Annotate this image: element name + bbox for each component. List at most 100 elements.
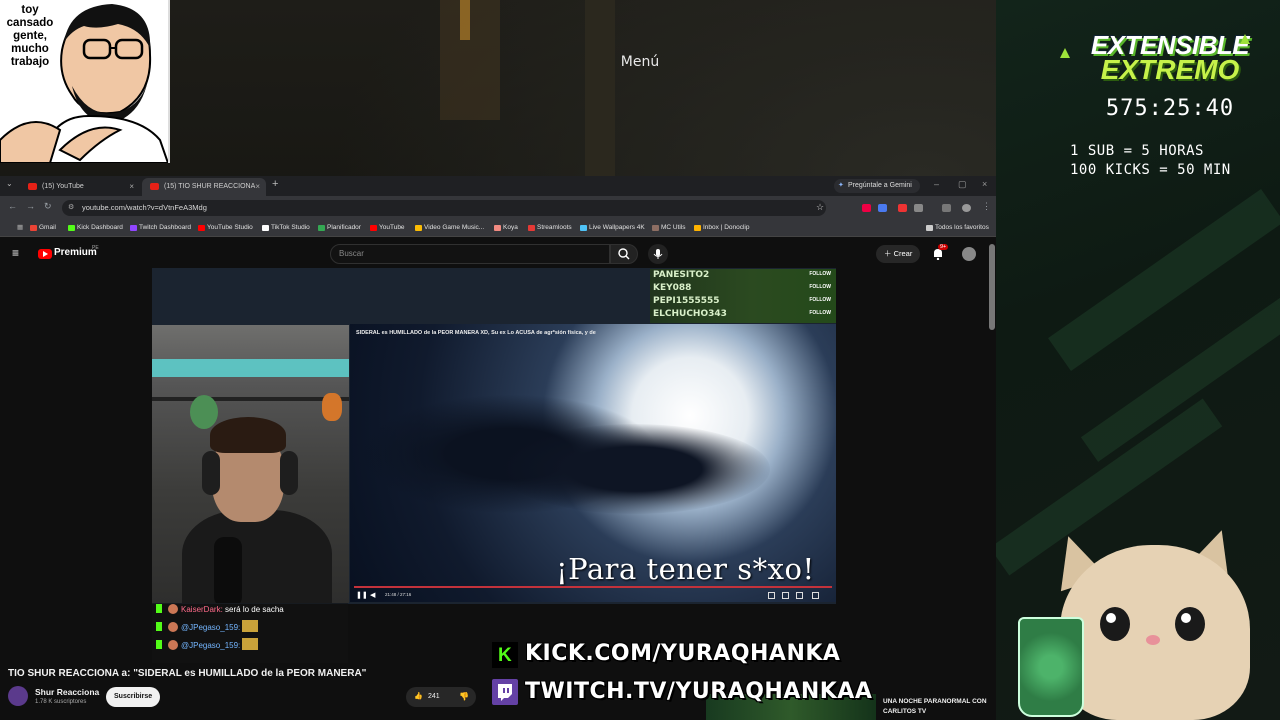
tab-list-chevron-icon[interactable]: ⌄: [6, 179, 13, 188]
video-overlay-title: SIDERAL es HUMILLADO de la PEOR MANERA X…: [356, 330, 596, 336]
headphones: [280, 451, 298, 495]
bookmark-gmail[interactable]: Gmail: [30, 220, 56, 236]
pause-icon[interactable]: ❚❚: [356, 591, 368, 599]
reload-icon[interactable]: ↻: [44, 201, 52, 212]
extension-icon[interactable]: [898, 204, 907, 212]
rule-subs: 1 SUB = 5 HORAS: [1070, 143, 1204, 159]
subscribe-button[interactable]: Suscribirse: [106, 687, 161, 707]
recommended-video-title[interactable]: UNA NOCHE PARANORMAL CON CARLITOS TV: [883, 697, 993, 717]
kick-logo-icon: K: [492, 642, 518, 668]
bookmark-koya[interactable]: Koya: [494, 220, 518, 236]
apps-grid-icon[interactable]: ▦: [8, 220, 23, 236]
video-progress-bar[interactable]: [354, 586, 832, 588]
channel-name[interactable]: Shur Reacciona: [35, 687, 99, 697]
kick-badge-icon: [156, 640, 162, 649]
bookmarks-bar: ▦ Gmail Kick Dashboard Twitch Dashboard …: [0, 220, 996, 237]
extension-icon[interactable]: [862, 204, 871, 212]
bookmark-donoclip[interactable]: Inbox | Donoclip: [694, 220, 750, 236]
bookmark-kick-dashboard[interactable]: Kick Dashboard: [68, 220, 123, 236]
plus-icon: ＋: [884, 249, 894, 258]
page-scrollbar[interactable]: [989, 244, 995, 330]
bookmark-twitch-dashboard[interactable]: Twitch Dashboard: [130, 220, 191, 236]
chat-message: @JPegaso_159:: [156, 638, 259, 652]
search-input[interactable]: Buscar: [330, 244, 610, 264]
tiktok-icon: [262, 225, 269, 231]
bookmark-star-icon[interactable]: ☆: [816, 202, 824, 213]
tab-label: (15) YouTube: [42, 183, 84, 190]
cat-eye: [1100, 607, 1130, 641]
back-arrow-icon[interactable]: ←: [8, 201, 17, 211]
chat-avatar: [168, 622, 178, 632]
video-time: 21:48 / 27:16: [385, 592, 412, 597]
chat-username: @JPegaso_159:: [181, 641, 241, 650]
user-avatar[interactable]: [962, 247, 976, 261]
bookmark-streamloots[interactable]: Streamloots: [528, 220, 572, 236]
bookmark-tiktok-studio[interactable]: TikTok Studio: [262, 220, 310, 236]
streamer-webcam: [152, 325, 349, 603]
video-title: TIO SHUR REACCIONA a: "SIDERAL es HUMILL…: [8, 668, 367, 679]
theater-mode-icon[interactable]: [796, 592, 803, 599]
bookmark-youtube[interactable]: YouTube: [370, 220, 405, 236]
like-button[interactable]: 👍 241: [406, 687, 452, 707]
bookmark-planificador[interactable]: Planificador: [318, 220, 361, 236]
volume-icon[interactable]: ◀: [370, 591, 375, 599]
bookmark-label: YouTube: [379, 224, 405, 231]
bookmark-mc-utils[interactable]: MC Utils: [652, 220, 686, 236]
emote-icon: [242, 638, 259, 650]
all-bookmarks-folder[interactable]: Todos los favoritos: [926, 220, 989, 236]
bookmark-label: TikTok Studio: [271, 224, 310, 231]
maximize-button[interactable]: ▢: [958, 179, 967, 190]
bookmark-label: Inbox | Donoclip: [703, 224, 750, 231]
browser-menu-icon[interactable]: ⋮: [982, 201, 991, 212]
hamburger-menu-icon[interactable]: ≡: [12, 246, 19, 260]
bookmark-label: Kick Dashboard: [77, 224, 123, 231]
bookmark-label: Gmail: [39, 224, 56, 231]
channel-avatar[interactable]: [8, 686, 28, 706]
youtube-premium-wordmark: Premium: [54, 247, 97, 258]
settings-icon[interactable]: [768, 592, 775, 599]
tab-tio-shur[interactable]: (15) TIO SHUR REACCIONA ×: [142, 178, 266, 196]
site-info-icon[interactable]: ⚙: [68, 203, 74, 211]
follower-name: KEY088: [653, 283, 692, 293]
bookmark-video-game-music[interactable]: Video Game Music...: [415, 220, 484, 236]
youtube-favicon-icon: [150, 183, 159, 190]
planner-icon: [318, 225, 325, 231]
minimize-button[interactable]: –: [934, 179, 939, 189]
voice-search-button[interactable]: [648, 244, 668, 264]
tab-youtube[interactable]: (15) YouTube ×: [20, 178, 140, 196]
search-button[interactable]: [610, 244, 638, 264]
new-tab-button[interactable]: +: [272, 178, 278, 190]
dislike-button[interactable]: 👎: [452, 687, 476, 707]
bookmark-youtube-studio[interactable]: YouTube Studio: [198, 220, 253, 236]
create-button[interactable]: ＋ Crear: [876, 245, 921, 263]
region-code: PE: [92, 245, 99, 251]
emote-icon: [242, 620, 259, 632]
bookmark-live-wallpapers[interactable]: Live Wallpapers 4K: [580, 220, 645, 236]
streamloots-icon: [528, 225, 535, 231]
address-bar-row: ← → ↻ ⚙ youtube.com/watch?v=dVtnFeA3Mdg …: [0, 196, 996, 220]
reading-list-icon[interactable]: [942, 204, 951, 212]
fullscreen-icon[interactable]: [812, 592, 819, 599]
extension-icon[interactable]: [878, 204, 887, 212]
tab-label: (15) TIO SHUR REACCIONA: [164, 183, 256, 190]
close-tab-icon[interactable]: ×: [255, 178, 260, 196]
url-bar[interactable]: ⚙ youtube.com/watch?v=dVtnFeA3Mdg ☆: [62, 200, 826, 216]
youtube-header: ≡ Premium PE Buscar ＋ Crear 9+: [0, 240, 996, 268]
video-player[interactable]: SIDERAL es HUMILLADO de la PEOR MANERA X…: [350, 324, 836, 602]
follow-row: PEPI1555555 FOLLOW: [653, 296, 833, 308]
miniplayer-icon[interactable]: [782, 592, 789, 599]
bookmark-label: MC Utils: [661, 224, 686, 231]
gemini-button[interactable]: ✦ Pregúntale a Gemini: [834, 179, 920, 193]
chat-avatar: [168, 640, 178, 650]
close-window-button[interactable]: ×: [982, 179, 987, 189]
profile-icon[interactable]: [962, 204, 971, 212]
notification-badge: 9+: [938, 244, 949, 250]
follow-row: KEY088 FOLLOW: [653, 283, 833, 295]
spark-decoration: [1240, 34, 1250, 44]
extensions-puzzle-icon[interactable]: [914, 204, 923, 212]
follower-name: ELCHUCHO343: [653, 309, 727, 319]
close-tab-icon[interactable]: ×: [129, 178, 134, 196]
forward-arrow-icon[interactable]: →: [26, 201, 35, 211]
mc-utils-icon: [652, 225, 659, 231]
cat-nose: [1146, 635, 1160, 645]
